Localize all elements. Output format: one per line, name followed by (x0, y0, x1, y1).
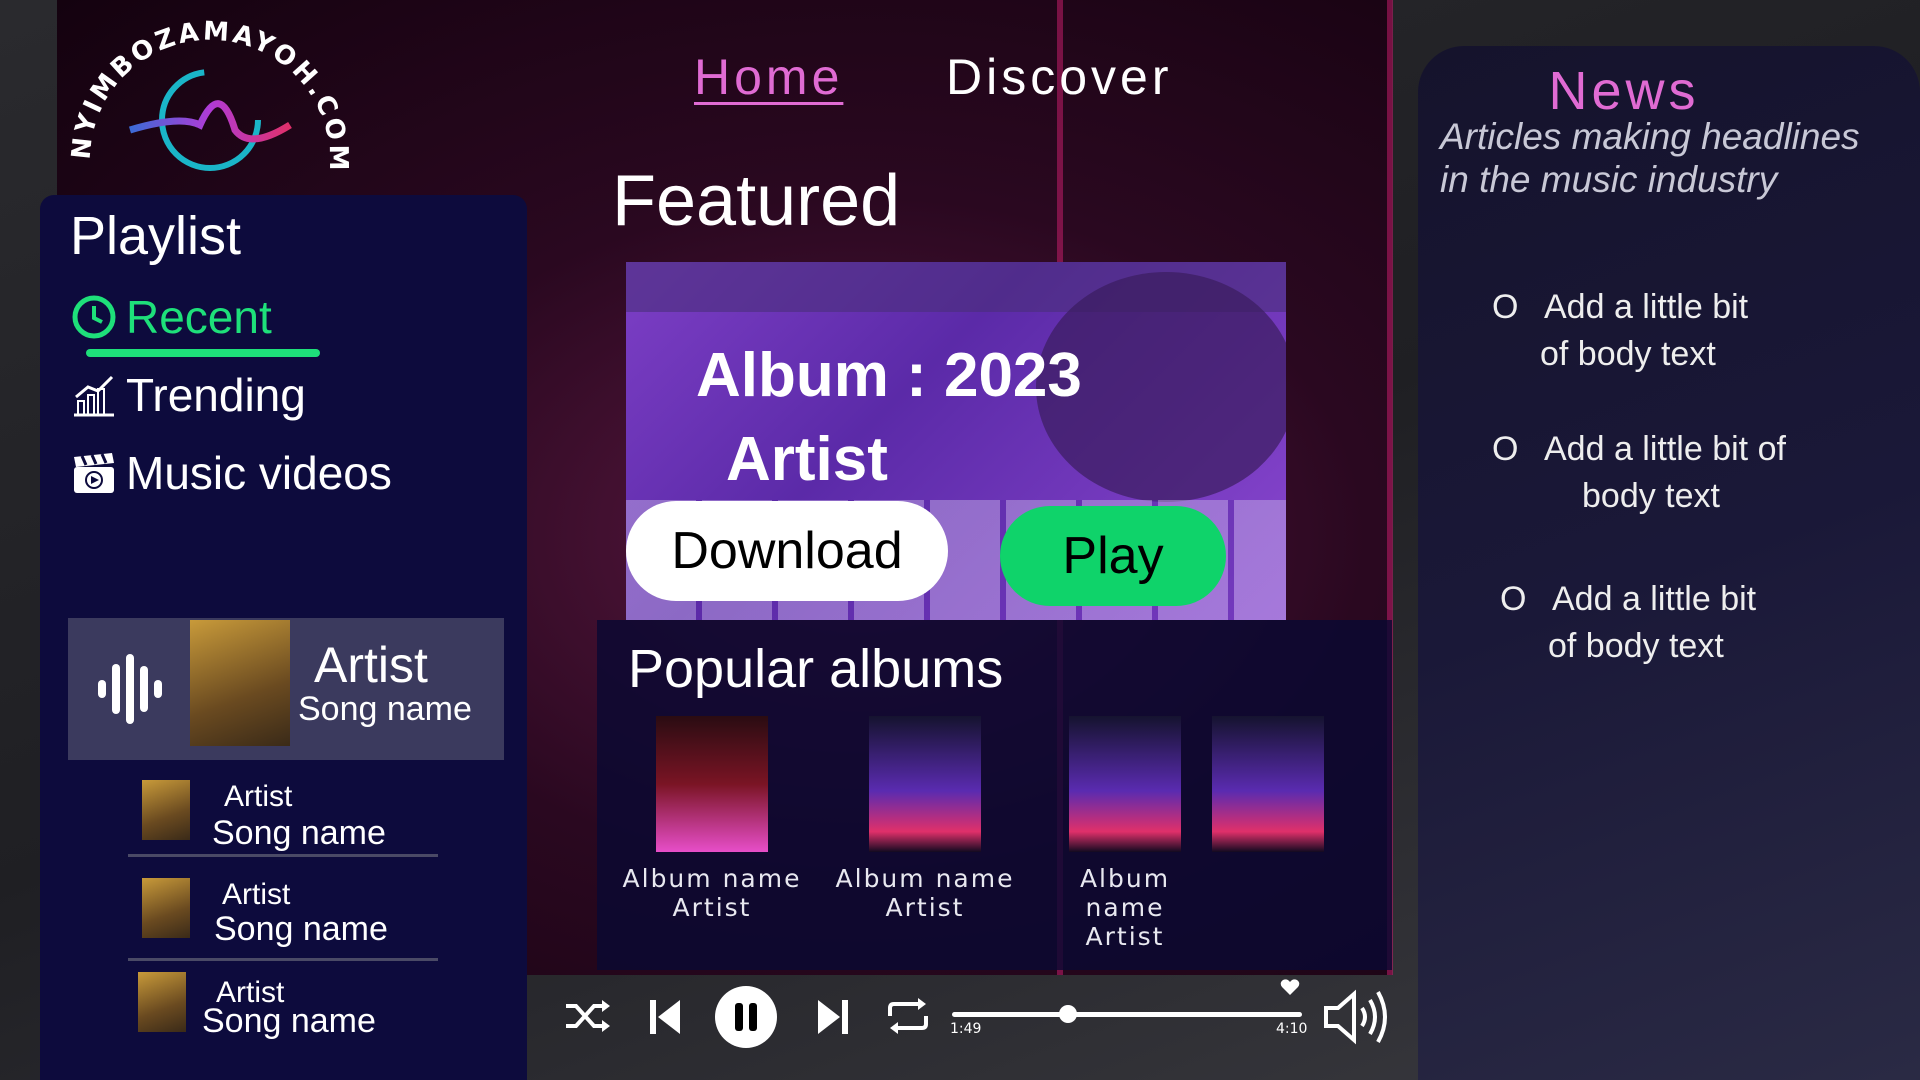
popular-albums-title: Popular albums (628, 639, 1004, 699)
featured-album-label: Album : 2023 (696, 341, 1082, 410)
repeat-icon[interactable] (884, 996, 932, 1036)
song-artist: Artist (224, 780, 293, 813)
play-button[interactable]: Play (1000, 506, 1226, 606)
sidebar-item-recent[interactable]: Recent (70, 290, 272, 344)
news-item-line: body text (1582, 476, 1720, 515)
news-item-line: of body text (1540, 334, 1716, 373)
list-item[interactable]: Artist Song name (128, 878, 438, 961)
chart-icon (74, 375, 114, 417)
bullet-marker: O (1500, 580, 1527, 618)
news-item-line: Add a little bit (1552, 580, 1757, 618)
sidebar-item-trending[interactable]: Trending (70, 368, 306, 422)
nav-discover[interactable]: Discover (946, 48, 1172, 106)
featured-artist-label: Artist (726, 425, 888, 494)
song-name: Song name (214, 910, 388, 948)
song-thumbnail (142, 878, 190, 938)
sidebar-item-label: Recent (126, 291, 272, 343)
album-name: Album name (1079, 864, 1171, 922)
album-artist: Artist (885, 893, 965, 922)
album-artist: Artist (1085, 922, 1165, 951)
news-item-line: of body text (1548, 626, 1724, 665)
total-time: 4:10 (1276, 1021, 1308, 1037)
featured-title: Featured (612, 161, 901, 241)
album-cover (869, 716, 981, 852)
album-card[interactable]: Album name Artist (1040, 716, 1210, 951)
current-time: 1:49 (950, 1021, 982, 1037)
site-logo[interactable]: NYIMBOZAMAYOH.COM (60, 16, 360, 190)
news-subtitle: Articles making headlines in the music i… (1440, 116, 1860, 200)
now-playing-song: Song name (298, 690, 472, 728)
sidebar-item-label: Music videos (126, 447, 392, 499)
song-name: Song name (212, 814, 386, 852)
sidebar-item-label: Trending (126, 369, 306, 421)
svg-text:NYIMBOZAMAYOH.COM: NYIMBOZAMAYOH.COM (66, 20, 353, 174)
news-item[interactable]: Add a little bit of body text (1544, 426, 1786, 520)
album-card[interactable] (1212, 716, 1324, 864)
album-artist: Artist (672, 893, 752, 922)
shuffle-icon[interactable] (564, 998, 612, 1034)
news-item[interactable]: Add a little bit of body text (1540, 284, 1749, 378)
bullet-marker: O (1492, 288, 1519, 326)
album-cover (1212, 716, 1324, 852)
song-thumbnail (138, 972, 186, 1032)
album-name: Album name (622, 864, 802, 893)
now-playing-thumbnail (190, 620, 290, 746)
clock-icon (72, 295, 116, 339)
song-thumbnail (142, 780, 190, 840)
progress-handle[interactable] (1058, 1005, 1077, 1023)
album-name: Album name (835, 864, 1015, 893)
previous-icon[interactable] (648, 998, 682, 1036)
pause-icon[interactable] (714, 985, 778, 1049)
news-title: News (1548, 61, 1700, 121)
next-icon[interactable] (816, 998, 850, 1036)
news-item-line: Add a little bit of (1544, 430, 1786, 468)
volume-icon[interactable] (1322, 988, 1392, 1046)
album-card[interactable]: Album name Artist (622, 716, 802, 922)
news-item-line: Add a little bit (1544, 288, 1749, 326)
list-item[interactable]: Artist Song name (128, 972, 438, 1040)
active-indicator (86, 349, 320, 357)
list-item[interactable]: Artist Song name (128, 780, 438, 857)
song-artist: Artist (222, 878, 291, 911)
album-cover (1069, 716, 1181, 852)
album-card[interactable]: Album name Artist (830, 716, 1020, 922)
download-button[interactable]: Download (626, 501, 948, 601)
playlist-title: Playlist (70, 206, 242, 266)
clapperboard-icon (74, 453, 114, 493)
sidebar-item-music-videos[interactable]: Music videos (70, 446, 392, 500)
song-name: Song name (202, 1002, 376, 1040)
audio-wave-icon (98, 654, 162, 724)
nav-home[interactable]: Home (694, 48, 843, 106)
bullet-marker: O (1492, 430, 1519, 468)
progress-track[interactable] (952, 1012, 1302, 1017)
now-playing-artist: Artist (314, 637, 428, 693)
heart-icon[interactable] (1280, 978, 1300, 996)
album-cover (656, 716, 768, 852)
news-item[interactable]: Add a little bit of body text (1548, 576, 1757, 670)
